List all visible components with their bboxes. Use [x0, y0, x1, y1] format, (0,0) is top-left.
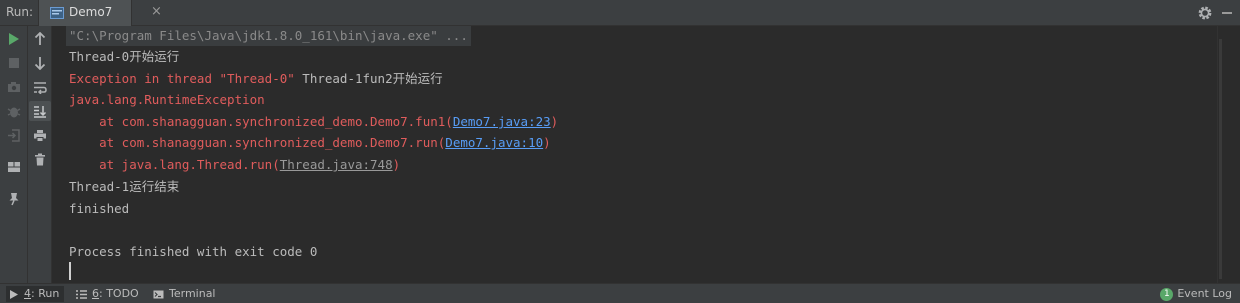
run-toolbar — [0, 26, 52, 283]
trace-prefix: at com.shanagguan.synchronized_demo.Demo… — [69, 135, 446, 150]
scroll-to-end-icon — [34, 105, 47, 118]
pin-tab-button[interactable] — [3, 189, 25, 209]
clear-all-button[interactable] — [29, 149, 51, 169]
run-config-icon — [50, 7, 64, 19]
terminal-label: Terminal — [169, 287, 216, 300]
text-caret — [69, 262, 71, 280]
trace-suffix: ) — [543, 135, 551, 150]
rerun-button[interactable] — [3, 29, 25, 49]
terminal-icon — [153, 290, 164, 298]
list-icon — [76, 289, 87, 299]
console-line-runtime-exception: java.lang.RuntimeException — [69, 92, 265, 107]
thread1-fun2-text: Thread-1fun2开始运行 — [302, 71, 443, 86]
tool-window-event-log[interactable]: 1 Event Log — [1160, 286, 1232, 302]
stack-trace-line: at java.lang.Thread.run(Thread.java:748) — [69, 155, 400, 175]
status-bar: 4: Run 6: TODO Terminal 1 Event Log — [0, 283, 1240, 303]
source-link[interactable]: Demo7.java:10 — [445, 135, 543, 150]
console-line-exit-code: Process finished with exit code 0 — [69, 244, 318, 259]
print-button[interactable] — [29, 125, 51, 145]
run-icon — [9, 33, 19, 45]
pin-icon — [9, 193, 19, 206]
exit-button[interactable] — [3, 125, 25, 145]
soft-wrap-icon — [34, 81, 47, 94]
trash-icon — [35, 153, 45, 165]
event-count-badge: 1 — [1160, 287, 1174, 301]
debug-icon — [7, 107, 21, 117]
toolbar-divider — [27, 26, 28, 283]
event-log-label: Event Log — [1177, 287, 1232, 300]
layout-icon — [8, 162, 20, 172]
trace-suffix: ) — [392, 157, 401, 172]
tool-window-run[interactable]: 4: Run — [6, 286, 64, 302]
camera-icon — [8, 82, 20, 92]
previous-occurrence-button[interactable] — [29, 29, 51, 49]
minimize-icon[interactable] — [1222, 12, 1232, 14]
scrollbar-track[interactable] — [1219, 39, 1222, 279]
trace-prefix: at com.shanagguan.synchronized_demo.Demo… — [69, 114, 453, 129]
source-link[interactable]: Demo7.java:23 — [453, 114, 551, 129]
stack-trace-line: at com.shanagguan.synchronized_demo.Demo… — [69, 112, 558, 132]
trace-suffix: ) — [550, 114, 559, 129]
tool-window-todo[interactable]: 6: TODO — [76, 286, 139, 302]
console-line-thread0-start: Thread-0开始运行 — [69, 49, 180, 64]
console-line-thread1-end: Thread-1运行结束 — [69, 179, 180, 194]
todo-tool-label: : TODO — [99, 287, 139, 300]
stack-trace-line: at com.shanagguan.synchronized_demo.Demo… — [69, 133, 551, 153]
vertical-scrollbar[interactable] — [1217, 26, 1240, 283]
tab-demo7[interactable]: Demo7 × — [38, 0, 162, 26]
trace-prefix: at java.lang.Thread.run( — [69, 157, 280, 172]
dump-threads-button[interactable] — [3, 77, 25, 97]
console-line-finished: finished — [69, 201, 130, 216]
source-link[interactable]: Thread.java:748 — [280, 157, 393, 172]
run-shortcut-number: 4 — [24, 287, 31, 300]
close-icon[interactable]: × — [151, 4, 162, 19]
console-line-exception: Exception in thread "Thread-0" Thread-1f… — [69, 69, 443, 89]
soft-wrap-button[interactable] — [29, 77, 51, 97]
arrow-up-icon — [34, 32, 46, 45]
play-icon — [10, 289, 18, 299]
login-icon — [8, 128, 20, 142]
restore-layout-button[interactable] — [3, 157, 25, 177]
todo-shortcut-number: 6 — [92, 287, 99, 300]
command-line: "C:\Program Files\Java\jdk1.8.0_161\bin\… — [66, 26, 471, 46]
scroll-to-end-button[interactable] — [29, 101, 51, 121]
next-occurrence-button[interactable] — [29, 53, 51, 73]
run-toolwindow-header: Run: Demo7 × — [0, 0, 1240, 26]
run-label: Run: — [6, 5, 34, 19]
stop-icon — [9, 58, 19, 68]
console-output[interactable]: "C:\Program Files\Java\jdk1.8.0_161\bin\… — [52, 26, 1217, 283]
stop-button[interactable] — [3, 53, 25, 73]
run-tool-label: : Run — [31, 287, 60, 300]
print-icon — [34, 129, 46, 142]
exception-text: Exception in thread "Thread-0" — [69, 71, 303, 86]
tab-label: Demo7 — [69, 5, 113, 19]
gear-icon[interactable] — [1196, 4, 1214, 22]
tool-window-terminal[interactable]: Terminal — [153, 286, 216, 302]
debug-button[interactable] — [3, 101, 25, 121]
arrow-down-icon — [34, 57, 46, 70]
